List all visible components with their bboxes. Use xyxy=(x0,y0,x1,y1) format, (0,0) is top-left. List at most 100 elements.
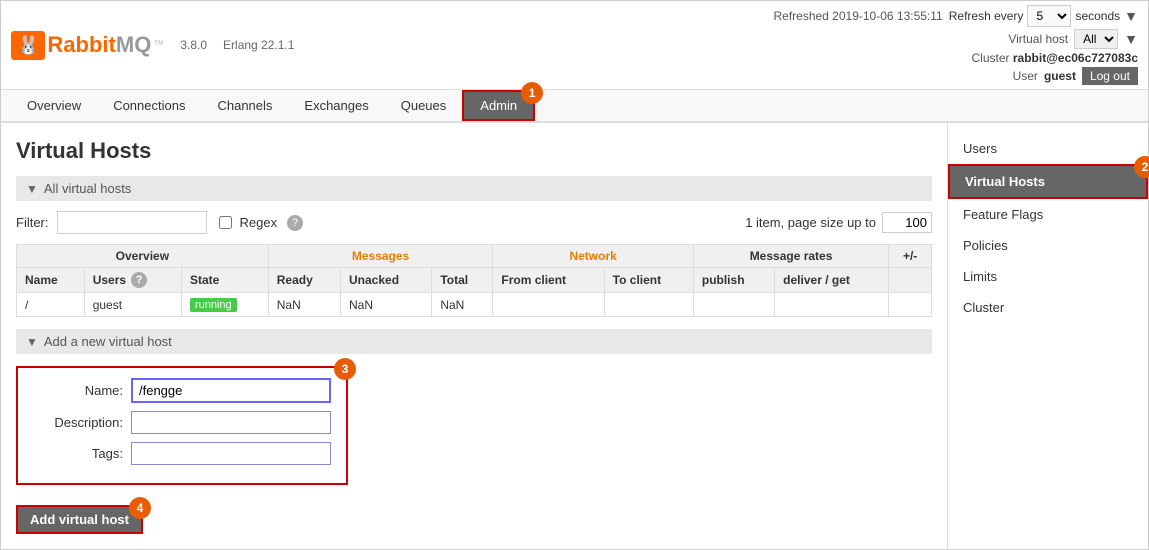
cell-unacked: NaN xyxy=(341,293,432,317)
refreshed-info: Refreshed 2019-10-06 13:55:11 xyxy=(773,9,942,23)
main-content: Virtual Hosts ▼ All virtual hosts Filter… xyxy=(1,123,1148,549)
nav-channels[interactable]: Channels xyxy=(201,90,288,121)
group-messages: Messages xyxy=(268,245,493,268)
virtual-host-select[interactable]: All / xyxy=(1074,29,1118,49)
group-network: Network xyxy=(493,245,694,268)
right-sidebar: Users Virtual Hosts 2 Feature Flags Poli… xyxy=(948,123,1148,549)
sidebar-item-virtual-hosts[interactable]: Virtual Hosts xyxy=(948,164,1148,199)
description-label: Description: xyxy=(33,415,123,430)
status-badge: running xyxy=(190,298,237,312)
regex-checkbox[interactable] xyxy=(219,216,232,229)
nav-bar: Overview Connections Channels Exchanges … xyxy=(1,90,1148,123)
top-right: Refreshed 2019-10-06 13:55:11 Refresh ev… xyxy=(773,5,1138,85)
all-vhosts-label: All virtual hosts xyxy=(44,181,131,196)
erlang-info: Erlang 22.1.1 xyxy=(223,38,294,52)
cell-state: running xyxy=(181,293,268,317)
page-title: Virtual Hosts xyxy=(16,138,932,164)
regex-label: Regex xyxy=(240,215,278,230)
users-help-icon[interactable]: ? xyxy=(131,272,147,288)
tags-label: Tags: xyxy=(33,446,123,461)
logo-tm: ™ xyxy=(153,39,164,51)
sidebar-item-limits[interactable]: Limits xyxy=(948,261,1148,292)
logo-mq-text: MQ xyxy=(116,32,151,58)
cell-ready: NaN xyxy=(268,293,340,317)
group-plus-minus[interactable]: +/- xyxy=(889,245,932,268)
refresh-label: Refresh every xyxy=(949,9,1024,23)
form-badge: 3 xyxy=(334,358,356,380)
refresh-line: Refreshed 2019-10-06 13:55:11 Refresh ev… xyxy=(773,5,1138,27)
name-label: Name: xyxy=(33,383,123,398)
add-virtual-host-button[interactable]: Add virtual host xyxy=(16,505,143,534)
top-bar: 🐰 RabbitMQ ™ 3.8.0 Erlang 22.1.1 Refresh… xyxy=(1,1,1148,90)
cell-total: NaN xyxy=(432,293,493,317)
user-line: User guest Log out xyxy=(1013,67,1138,85)
filter-label: Filter: xyxy=(16,215,49,230)
col-state: State xyxy=(181,268,268,293)
section-arrow-icon: ▼ xyxy=(26,182,38,196)
nav-queues[interactable]: Queues xyxy=(385,90,463,121)
left-panel: Virtual Hosts ▼ All virtual hosts Filter… xyxy=(1,123,948,549)
refresh-unit: seconds xyxy=(1075,9,1120,23)
page-size-input[interactable] xyxy=(882,212,932,233)
virtual-host-label: Virtual host xyxy=(1008,32,1068,46)
logo-area: 🐰 RabbitMQ ™ 3.8.0 Erlang 22.1.1 xyxy=(11,31,294,60)
help-icon[interactable]: ? xyxy=(287,215,303,231)
group-overview: Overview xyxy=(17,245,269,268)
vhost-table: Overview Messages Network Message rates … xyxy=(16,244,932,317)
logo: 🐰 RabbitMQ ™ xyxy=(11,31,164,60)
add-section-arrow-icon: ▼ xyxy=(26,335,38,349)
refresh-select-wrapper: Refresh every 5 10 30 60 seconds ▼ xyxy=(949,5,1138,27)
nav-connections[interactable]: Connections xyxy=(97,90,201,121)
add-section-label: Add a new virtual host xyxy=(44,334,172,349)
cell-to-client xyxy=(604,293,693,317)
user-name: guest xyxy=(1044,69,1076,83)
vh-dropdown-icon: ▼ xyxy=(1124,31,1138,47)
all-vhosts-section-header[interactable]: ▼ All virtual hosts xyxy=(16,176,932,201)
version-info: 3.8.0 xyxy=(180,38,207,52)
user-label: User xyxy=(1013,69,1038,83)
col-total: Total xyxy=(432,268,493,293)
refresh-select[interactable]: 5 10 30 60 xyxy=(1027,5,1071,27)
add-vhost-form: Name: Description: Tags: xyxy=(16,366,348,485)
nav-overview[interactable]: Overview xyxy=(11,90,97,121)
col-publish: publish xyxy=(693,268,774,293)
col-from-client: From client xyxy=(493,268,604,293)
refresh-dropdown-icon: ▼ xyxy=(1124,8,1138,24)
filter-row: Filter: Regex ? 1 item, page size up to xyxy=(16,211,932,234)
cell-publish xyxy=(693,293,774,317)
admin-badge: 1 xyxy=(521,82,543,104)
logout-button[interactable]: Log out xyxy=(1082,67,1138,85)
col-unacked: Unacked xyxy=(341,268,432,293)
cell-name: / xyxy=(17,293,85,317)
pagination-info: 1 item, page size up to xyxy=(745,212,932,233)
cell-row-actions xyxy=(889,293,932,317)
pagination-text: 1 item, page size up to xyxy=(745,215,876,230)
filter-input[interactable] xyxy=(57,211,207,234)
virtual-host-line: Virtual host All / ▼ xyxy=(1008,29,1138,49)
cell-users: guest xyxy=(84,293,181,317)
name-input[interactable] xyxy=(131,378,331,403)
sidebar-item-users[interactable]: Users xyxy=(948,133,1148,164)
col-deliver-get: deliver / get xyxy=(775,268,889,293)
add-btn-badge: 4 xyxy=(129,497,151,519)
add-vhost-section-header[interactable]: ▼ Add a new virtual host xyxy=(16,329,932,354)
name-row: Name: xyxy=(33,378,331,403)
virtual-hosts-badge: 2 xyxy=(1134,156,1149,178)
col-name: Name xyxy=(17,268,85,293)
nav-exchanges[interactable]: Exchanges xyxy=(288,90,384,121)
col-to-client: To client xyxy=(604,268,693,293)
cell-deliver-get xyxy=(775,293,889,317)
cluster-label: Cluster xyxy=(972,51,1010,65)
sidebar-item-policies[interactable]: Policies xyxy=(948,230,1148,261)
cluster-name: rabbit@ec06c727083c xyxy=(1013,51,1138,65)
sidebar-item-feature-flags[interactable]: Feature Flags xyxy=(948,199,1148,230)
logo-icon: 🐰 xyxy=(11,31,45,60)
tags-row: Tags: xyxy=(33,442,331,465)
table-row: / guest running NaN NaN NaN xyxy=(17,293,932,317)
description-input[interactable] xyxy=(131,411,331,434)
tags-input[interactable] xyxy=(131,442,331,465)
cluster-line: Cluster rabbit@ec06c727083c xyxy=(972,51,1138,65)
description-row: Description: xyxy=(33,411,331,434)
col-users: Users ? xyxy=(84,268,181,293)
sidebar-item-cluster[interactable]: Cluster xyxy=(948,292,1148,323)
